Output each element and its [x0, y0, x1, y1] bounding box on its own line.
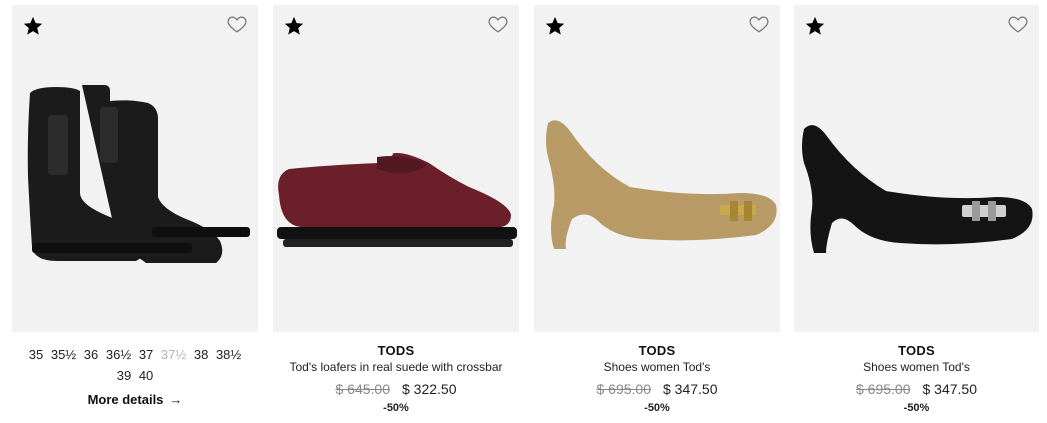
size-option[interactable]: 38 [194, 344, 208, 365]
product-grid: 35 35½ 36 36½ 37 37½ 38 38½ 39 40 More d… [0, 0, 1047, 423]
more-details-link[interactable]: More details → [12, 392, 258, 407]
size-option[interactable]: 37 [139, 344, 153, 365]
loafer-image [277, 153, 517, 247]
size-option-unavailable: 37½ [160, 347, 187, 362]
wishlist-heart-icon[interactable] [226, 13, 248, 35]
size-option[interactable]: 39 [117, 365, 131, 386]
product-info: TODS Tod's loafers in real suede with cr… [273, 332, 519, 414]
wishlist-heart-icon[interactable] [487, 13, 509, 35]
star-icon [805, 16, 825, 35]
more-details-label: More details [87, 392, 164, 407]
size-option[interactable]: 36 [84, 344, 98, 365]
original-price: $ 645.00 [335, 381, 391, 397]
sale-price: $ 347.50 [922, 381, 978, 397]
product-image-box[interactable] [794, 5, 1039, 332]
discount-badge: -50% [644, 402, 670, 414]
product-card[interactable]: 35 35½ 36 36½ 37 37½ 38 38½ 39 40 More d… [12, 5, 258, 423]
size-option[interactable]: 36½ [106, 344, 131, 365]
product-description[interactable]: Tod's loafers in real suede with crossba… [273, 359, 519, 377]
wishlist-heart-icon[interactable] [1007, 13, 1029, 35]
ankle-boots-image [27, 85, 250, 263]
size-option[interactable]: 35 [29, 344, 43, 365]
wishlist-heart-icon[interactable] [748, 13, 770, 35]
pump-image [802, 125, 1033, 253]
original-price: $ 695.00 [596, 381, 652, 397]
product-card[interactable]: TODS Tod's loafers in real suede with cr… [273, 5, 519, 423]
size-list: 35 35½ 36 36½ 37 37½ 38 38½ 39 40 [12, 332, 258, 386]
product-card[interactable]: TODS Shoes women Tod's $ 695.00 $ 347.50… [794, 5, 1039, 423]
product-description[interactable]: Shoes women Tod's [534, 359, 780, 377]
pump-image [546, 120, 777, 249]
star-icon [284, 16, 304, 35]
product-description[interactable]: Shoes women Tod's [794, 359, 1039, 377]
product-image-box[interactable] [534, 5, 780, 332]
price-row: $ 695.00 $ 347.50 [534, 379, 780, 399]
product-brand: TODS [377, 343, 415, 358]
product-info: TODS Shoes women Tod's $ 695.00 $ 347.50… [534, 332, 780, 414]
arrow-right-icon: → [169, 392, 183, 407]
price-row: $ 695.00 $ 347.50 [794, 379, 1039, 399]
star-icon [545, 16, 565, 35]
star-icon [23, 16, 43, 35]
product-info: TODS Shoes women Tod's $ 695.00 $ 347.50… [794, 332, 1039, 414]
sale-price: $ 322.50 [402, 381, 457, 397]
price-row: $ 645.00 $ 322.50 [273, 379, 519, 399]
original-price: $ 695.00 [856, 381, 911, 397]
product-image-box[interactable] [12, 5, 258, 332]
product-image-box[interactable] [273, 5, 519, 332]
size-option[interactable]: 38½ [216, 344, 241, 365]
sale-price: $ 347.50 [663, 381, 718, 397]
discount-badge: -50% [383, 402, 409, 414]
product-brand: TODS [638, 343, 676, 358]
size-option[interactable]: 40 [139, 365, 153, 386]
discount-badge: -50% [903, 402, 930, 414]
product-card[interactable]: TODS Shoes women Tod's $ 695.00 $ 347.50… [534, 5, 780, 423]
product-brand: TODS [898, 343, 935, 358]
size-option[interactable]: 35½ [51, 344, 76, 365]
